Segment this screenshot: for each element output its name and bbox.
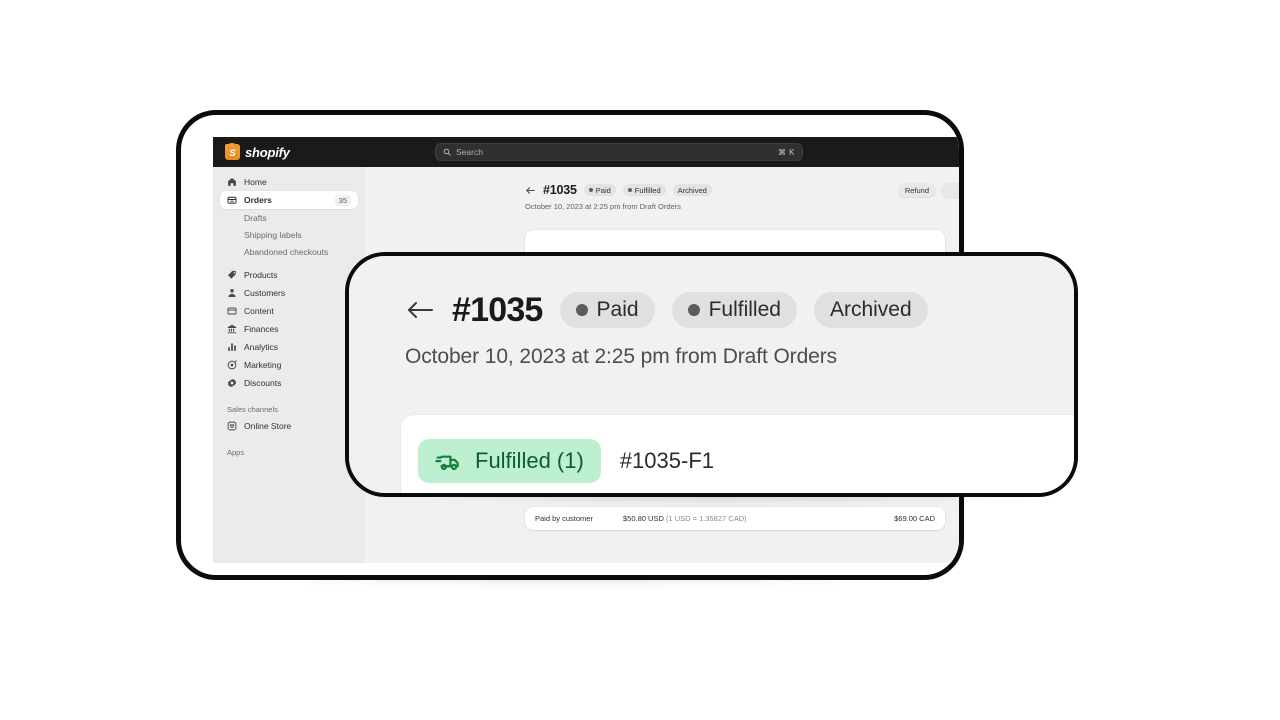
magnified-title-row: #1035 Paid Fulfilled Archived: [405, 291, 1074, 330]
sidebar-item-drafts[interactable]: Drafts: [220, 209, 358, 226]
magnified-fulfillment-status-badge: Fulfilled (1): [418, 439, 601, 483]
sidebar-item-analytics-label: Analytics: [244, 341, 279, 352]
magnified-status-badge-archived: Archived: [813, 292, 928, 329]
marketing-megaphone-icon: [227, 360, 237, 370]
sidebar-item-abandoned-checkouts-label: Abandoned checkouts: [244, 246, 329, 257]
orders-icon: [227, 195, 237, 205]
sidebar-item-drafts-label: Drafts: [244, 212, 267, 223]
status-badge-archived: Archived: [672, 184, 712, 196]
sidebar-item-customers-label: Customers: [244, 287, 286, 298]
status-dot-icon: [575, 304, 588, 317]
payment-detail: $50.80 USD (1 USD = 1.35827 CAD): [623, 514, 894, 523]
sidebar-item-customers[interactable]: Customers: [220, 284, 358, 302]
magnified-fulfillment-row: Fulfilled (1) #1035-F1: [418, 439, 714, 483]
search-shortcut: ⌘ K: [777, 147, 795, 157]
sidebar-item-analytics[interactable]: Analytics: [220, 338, 358, 356]
sidebar-item-discounts[interactable]: Discounts: [220, 374, 358, 392]
sidebar-item-content-label: Content: [244, 305, 274, 316]
order-actions: Refund ·: [897, 183, 959, 198]
online-store-icon: [227, 421, 237, 431]
top-bar: S shopify Search ⌘ K: [213, 137, 959, 167]
sidebar-item-online-store[interactable]: Online Store: [220, 417, 358, 435]
sidebar-item-home-label: Home: [244, 176, 267, 187]
order-header: #1035 Paid Fulfilled Archived October 10…: [525, 183, 945, 211]
sidebar-item-online-store-label: Online Store: [244, 420, 292, 431]
sidebar-item-orders-label: Orders: [244, 194, 272, 205]
status-badge-paid-label: Paid: [595, 185, 611, 195]
sidebar-item-abandoned-checkouts[interactable]: Abandoned checkouts: [220, 243, 358, 260]
analytics-bars-icon: [227, 342, 237, 352]
magnified-fulfillment-card: Fulfilled (1) #1035-F1: [401, 415, 1074, 493]
status-badge-fulfilled-label: Fulfilled: [634, 185, 661, 195]
sidebar-item-finances-label: Finances: [244, 323, 279, 334]
sidebar-item-finances[interactable]: Finances: [220, 320, 358, 338]
magnified-status-badge-fulfilled-label: Fulfilled: [708, 298, 781, 321]
apps-label: Apps: [227, 447, 245, 457]
finances-bank-icon: [227, 324, 237, 334]
products-tag-icon: [227, 270, 237, 280]
sidebar-item-content[interactable]: Content: [220, 302, 358, 320]
magnified-status-badge-fulfilled: Fulfilled: [671, 292, 797, 329]
payment-summary-row: Paid by customer $50.80 USD (1 USD = 1.3…: [525, 507, 945, 530]
sidebar-item-marketing-label: Marketing: [244, 359, 282, 370]
delivery-truck-icon: [435, 447, 463, 475]
paid-by-customer-label: Paid by customer: [535, 514, 593, 523]
magnified-status-badge-paid-label: Paid: [596, 298, 639, 321]
magnified-order-date-line: October 10, 2023 at 2:25 pm from Draft O…: [405, 345, 838, 369]
sidebar-item-shipping-labels[interactable]: Shipping labels: [220, 226, 358, 243]
sidebar-item-orders[interactable]: Orders 35: [220, 191, 358, 209]
status-badge-archived-label: Archived: [677, 185, 707, 195]
magnified-fulfillment-status-label: Fulfilled (1): [475, 447, 584, 473]
shopify-bag-icon: S: [225, 142, 240, 160]
magnifier-overlay-panel: #1035 Paid Fulfilled Archived October 10…: [345, 252, 1078, 497]
magnified-status-badge-paid: Paid: [559, 292, 655, 329]
payment-total-cad: $69.00 CAD: [894, 514, 935, 523]
sales-channels-label: Sales channels: [227, 404, 278, 414]
order-title-row: #1035 Paid Fulfilled Archived: [525, 183, 945, 197]
status-badge-fulfilled: Fulfilled: [622, 184, 666, 196]
screenshot-stage: S shopify Search ⌘ K Home Orders 35 Draf…: [0, 0, 1280, 720]
payment-exchange-rate: (1 USD = 1.35827 CAD): [665, 514, 747, 523]
discounts-gear-icon: [227, 378, 237, 388]
magnifier-content: #1035 Paid Fulfilled Archived October 10…: [349, 256, 1074, 493]
magnified-order-header: #1035 Paid Fulfilled Archived October 10…: [405, 292, 1074, 369]
content-icon: [227, 306, 237, 316]
sidebar-item-products[interactable]: Products: [220, 266, 358, 284]
sidebar-item-discounts-label: Discounts: [244, 377, 282, 388]
magnified-status-badge-archived-label: Archived: [829, 298, 912, 321]
status-dot-icon: [687, 304, 700, 317]
brand-name: shopify: [245, 144, 290, 160]
home-icon: [227, 177, 237, 187]
magnified-fulfillment-id: #1035-F1: [619, 447, 714, 473]
order-number: #1035: [543, 183, 577, 197]
status-dot-icon: [627, 188, 632, 192]
sidebar-item-marketing[interactable]: Marketing: [220, 356, 358, 374]
search-icon: [443, 148, 451, 156]
sidebar-item-products-label: Products: [244, 269, 278, 280]
magnified-order-number: #1035: [452, 291, 543, 330]
refund-button[interactable]: Refund: [897, 183, 936, 198]
sidebar-section-apps[interactable]: Apps: [220, 444, 358, 460]
payment-amount-usd: $50.80 USD: [623, 514, 664, 523]
search-input[interactable]: Search ⌘ K: [435, 143, 803, 161]
shopify-logo[interactable]: S shopify: [225, 142, 290, 160]
orders-count-badge: 35: [334, 194, 351, 206]
search-placeholder: Search: [456, 147, 483, 157]
sidebar-item-shipping-labels-label: Shipping labels: [244, 229, 302, 240]
status-badge-paid: Paid: [583, 184, 616, 196]
back-arrow-icon[interactable]: [525, 185, 536, 196]
order-date-line: October 10, 2023 at 2:25 pm from Draft O…: [525, 202, 681, 211]
secondary-action-button-clipped[interactable]: ·: [941, 183, 959, 198]
sidebar-section-sales-channels[interactable]: Sales channels ›: [220, 401, 358, 417]
back-arrow-icon[interactable]: [405, 298, 435, 322]
sidebar-item-home[interactable]: Home: [220, 173, 358, 191]
sidebar: Home Orders 35 Drafts Shipping labels Ab…: [213, 167, 365, 563]
status-dot-icon: [588, 188, 593, 192]
customers-person-icon: [227, 288, 237, 298]
